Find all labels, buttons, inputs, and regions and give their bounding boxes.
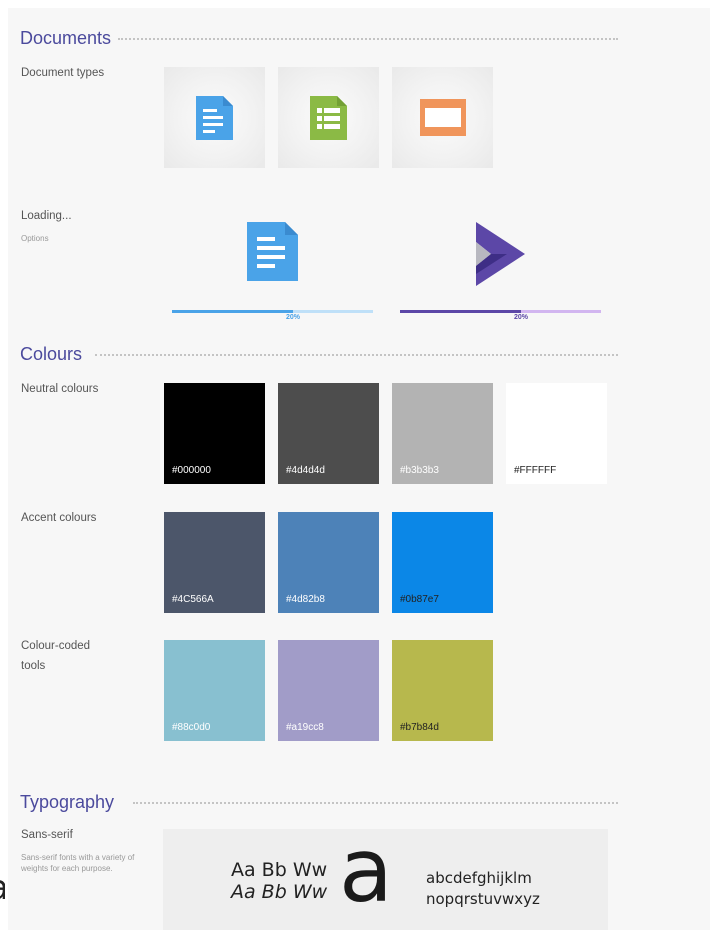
specimen-lowercase-2: nopqrstuvwxyz [426,890,540,908]
colour-coded-label: Colour-coded [21,640,91,652]
loading-document-icon [247,222,298,281]
colour-swatch[interactable]: #4d4d4d [278,383,379,484]
colour-swatch[interactable]: #a19cc8 [278,640,379,741]
loading-progress-bar-document [172,310,373,313]
section-title-documents: Documents [20,28,112,48]
specimen-lowercase-1: abcdefghijklm [426,869,532,887]
swatch-hex-label: #4d82b8 [286,594,325,605]
colour-swatch[interactable]: #b7b84d [392,640,493,741]
colour-swatch[interactable]: #4d82b8 [278,512,379,613]
progress-fill [400,310,521,313]
specimen-large-glyph: a [339,819,393,922]
neutral-colours-label: Neutral colours [21,383,99,395]
loading-progress-bar-logo [400,310,601,313]
section-divider [95,354,618,356]
colour-swatch[interactable]: #000000 [164,383,265,484]
colour-coded-label-line2: tools [21,660,46,672]
colour-swatch[interactable]: #FFFFFF [506,383,607,484]
document-icon [196,96,233,140]
swatch-hex-label: #0b87e7 [400,594,439,605]
sans-serif-label: Sans-serif [21,829,73,841]
section-divider [133,802,618,804]
presentation-icon [420,99,466,136]
swatch-hex-label: #88c0d0 [172,722,211,733]
spreadsheet-icon [310,96,347,140]
spreadsheet-type-tile[interactable] [278,67,379,168]
sans-serif-description: Sans-serif fonts with a variety of [21,853,135,862]
accent-colours-label: Accent colours [21,512,97,524]
swatch-hex-label: #FFFFFF [514,465,557,476]
loading-label: Loading... [21,210,72,222]
progress-fill [172,310,293,313]
colour-swatch[interactable]: #b3b3b3 [392,383,493,484]
cropped-glyph: a [0,874,5,904]
presentation-type-tile[interactable] [392,67,493,168]
swatch-hex-label: #4C566A [172,594,214,605]
cropped-glyph-text: a [0,874,5,904]
document-type-tile[interactable] [164,67,265,168]
loading-options-label: Options [21,234,49,243]
typography-specimen: Aa Bb Ww Aa Bb Ww a abcdefghijklm nopqrs… [163,819,608,930]
progress-percent-label: 20% [514,314,529,321]
colour-swatch[interactable]: #0b87e7 [392,512,493,613]
progress-percent-label: 20% [286,314,301,321]
swatch-hex-label: #b7b84d [400,722,439,733]
section-title-typography: Typography [20,792,115,812]
specimen-italic: Aa Bb Ww [231,881,328,903]
swatch-hex-label: #000000 [172,465,211,476]
section-title-colours: Colours [20,344,83,364]
logo-icon [476,222,525,286]
specimen-regular: Aa Bb Ww [231,859,328,881]
colour-swatch[interactable]: #4C566A [164,512,265,613]
swatch-hex-label: #b3b3b3 [400,465,439,476]
swatch-hex-label: #a19cc8 [286,722,324,733]
sans-serif-description-line2: weights for each purpose. [21,864,113,873]
section-divider [118,38,618,40]
colour-swatch[interactable]: #88c0d0 [164,640,265,741]
document-types-label: Document types [21,67,105,79]
swatch-hex-label: #4d4d4d [286,465,325,476]
